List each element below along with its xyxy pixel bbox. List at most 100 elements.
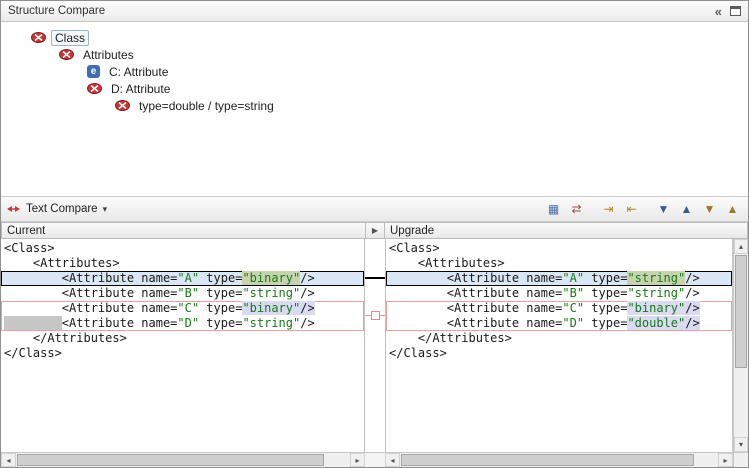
tree-item[interactable]: type=double / type=string: [1, 97, 748, 114]
tree-item-label: type=double / type=string: [135, 98, 278, 114]
right-code[interactable]: <Class> <Attributes> <Attribute name="A"…: [385, 239, 733, 452]
code-line[interactable]: <Attribute name="C" type="binary"/>: [1, 301, 364, 316]
scrollbar-corner: [733, 452, 748, 467]
change-handle[interactable]: [371, 311, 380, 320]
scroll-right-button[interactable]: ▸: [718, 453, 733, 467]
xml-code: />: [300, 271, 314, 285]
vertical-scroll-track[interactable]: [734, 254, 748, 437]
left-pane-header: Current: [1, 222, 365, 239]
xml-code: type=: [199, 286, 242, 300]
code-line[interactable]: <Attribute name="C" type="binary"/>: [386, 301, 732, 316]
code-line[interactable]: <Attribute name="A" type="binary"/>: [1, 271, 364, 286]
code-line[interactable]: <Attributes>: [1, 256, 364, 271]
xml-code: type=: [199, 271, 242, 285]
xml-code: <Attribute name=: [389, 271, 562, 285]
xml-code: type=: [584, 271, 627, 285]
right-horizontal-scrollbar[interactable]: ◂ ▸: [385, 452, 733, 467]
code-line[interactable]: <Attribute name="A" type="string"/>: [386, 271, 732, 286]
xml-code: <Attribute name=: [4, 286, 177, 300]
code-line[interactable]: </Class>: [386, 346, 732, 361]
element-e-icon: e: [87, 65, 100, 78]
change-icon: [87, 83, 102, 94]
structure-compare-header: Structure Compare «: [1, 1, 748, 22]
xml-code: />: [685, 301, 699, 315]
xml-attribute-value: "string": [627, 271, 685, 285]
code-line[interactable]: <Attribute name="D" type="string"/>: [1, 316, 364, 331]
tree-item[interactable]: Class: [1, 29, 748, 46]
left-pane-title: Current: [7, 225, 45, 237]
xml-code: type=: [199, 316, 242, 330]
xml-code: <Attributes>: [389, 256, 505, 270]
code-line[interactable]: <Attribute name="B" type="string"/>: [386, 286, 732, 301]
vertical-scrollbar[interactable]: ▴ ▾: [733, 239, 748, 452]
code-line[interactable]: <Attribute name="B" type="string"/>: [1, 286, 364, 301]
xml-code: />: [300, 286, 314, 300]
left-horizontal-scroll-track[interactable]: [16, 453, 350, 467]
tree-item-label: Class: [51, 30, 89, 46]
code-line[interactable]: </Class>: [1, 346, 364, 361]
code-line[interactable]: <Class>: [386, 241, 732, 256]
xml-attribute-value: "string": [242, 316, 300, 330]
left-code[interactable]: <Class> <Attributes> <Attribute name="A"…: [1, 239, 365, 452]
right-horizontal-scroll-thumb[interactable]: [401, 454, 694, 466]
xml-code: />: [685, 271, 699, 285]
window-glyph: [730, 6, 741, 16]
next-change-icon[interactable]: ▼: [699, 200, 720, 219]
xml-attribute-value: "binary": [242, 271, 300, 285]
code-line[interactable]: </Attributes>: [1, 331, 364, 346]
tree-item-label: C: Attribute: [105, 64, 172, 80]
tree-item[interactable]: Attributes: [1, 46, 748, 63]
left-horizontal-scrollbar[interactable]: ◂ ▸: [1, 452, 365, 467]
swap-left-and-right-icon[interactable]: ⇄: [566, 200, 587, 219]
diff-gutter: [365, 239, 385, 452]
xml-code: </Attributes>: [389, 331, 512, 345]
previous-difference-icon[interactable]: ▲: [676, 200, 697, 219]
xml-code: <Attribute name=: [389, 286, 562, 300]
copy-all-right-to-left-icon[interactable]: ⇤: [621, 200, 642, 219]
scroll-left-button[interactable]: ◂: [385, 453, 400, 467]
chevron-down-icon[interactable]: ▾: [103, 204, 108, 215]
scroll-left-button[interactable]: ◂: [1, 453, 16, 467]
vertical-scroll-thumb[interactable]: [735, 255, 747, 368]
xml-code: />: [300, 316, 314, 330]
code-line[interactable]: <Class>: [1, 241, 364, 256]
scroll-down-button[interactable]: ▾: [734, 437, 748, 452]
collapse-chevrons-icon[interactable]: «: [715, 4, 721, 19]
structure-tree: ClassAttributes e C: AttributeD: Attribute…: [1, 22, 748, 196]
code-line[interactable]: <Attribute name="D" type="double"/>: [386, 316, 732, 331]
scroll-right-button[interactable]: ▸: [350, 453, 365, 467]
show-ancestor-pane-icon[interactable]: ▦: [543, 200, 564, 219]
xml-attribute-value: "binary": [242, 301, 300, 315]
code-line[interactable]: </Attributes>: [386, 331, 732, 346]
maximize-pane-icon[interactable]: [730, 6, 741, 16]
xml-code: <Attribute name=: [4, 301, 177, 315]
left-horizontal-scroll-thumb[interactable]: [17, 454, 324, 466]
xml-code: <Attributes>: [4, 256, 120, 270]
xml-code: </Class>: [4, 346, 62, 360]
xml-attribute-value: "C": [562, 301, 584, 315]
tree-item[interactable]: D: Attribute: [1, 80, 748, 97]
gutter-direction-button[interactable]: ▶: [365, 222, 385, 239]
code-line[interactable]: <Attributes>: [386, 256, 732, 271]
xml-code: <Class>: [389, 241, 440, 255]
text-compare-title[interactable]: Text Compare: [26, 203, 98, 215]
text-compare-header: Text Compare ▾ ▦⇄⇥⇤▼▲▼▲: [1, 196, 748, 222]
xml-code: type=: [199, 301, 242, 315]
xml-attribute-value: "string": [242, 286, 300, 300]
xml-code: type=: [584, 286, 627, 300]
xml-code: [4, 316, 62, 330]
right-horizontal-scroll-track[interactable]: [400, 453, 718, 467]
tree-item-label: Attributes: [79, 47, 138, 63]
xml-attribute-value: "B": [562, 286, 584, 300]
right-pane-title: Upgrade: [390, 225, 434, 237]
tree-item[interactable]: e C: Attribute: [1, 63, 748, 80]
xml-code: />: [685, 286, 699, 300]
copy-all-left-to-right-icon[interactable]: ⇥: [598, 200, 619, 219]
compare-editor-window: Structure Compare « ClassAttributes e C: A…: [0, 0, 749, 468]
tree-item-label: D: Attribute: [107, 81, 174, 97]
scroll-up-button[interactable]: ▴: [734, 239, 748, 254]
previous-change-icon[interactable]: ▲: [722, 200, 743, 219]
xml-code: />: [685, 316, 699, 330]
right-arrow-icon: ▶: [372, 226, 378, 235]
next-difference-icon[interactable]: ▼: [653, 200, 674, 219]
